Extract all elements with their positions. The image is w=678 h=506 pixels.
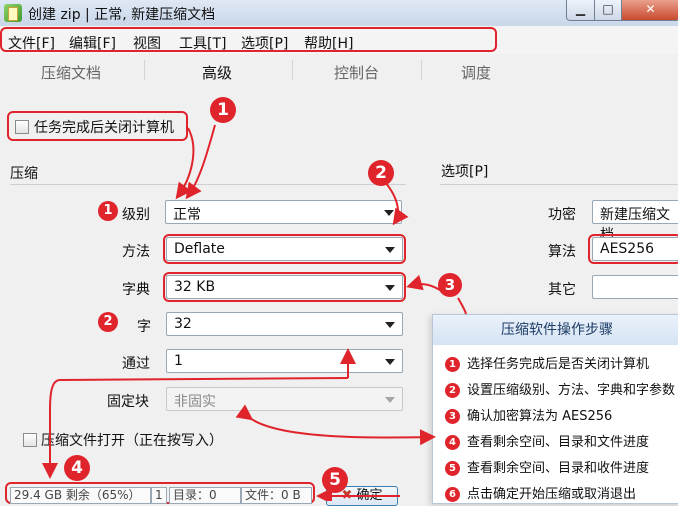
- annotation-arrows: [42, 124, 467, 501]
- callout-badge-3: 3: [438, 273, 462, 297]
- callout-badge-1-small: 1: [98, 201, 118, 221]
- arrow-open-after: [235, 404, 436, 446]
- callout-badge-4: 4: [64, 455, 90, 481]
- arrow-step3-panel: [457, 297, 467, 315]
- callout-badge-5: 5: [322, 467, 348, 493]
- arrow-step4-line: [49, 377, 349, 470]
- callout-badge-2: 2: [368, 160, 394, 186]
- arrow-to-level: [175, 127, 195, 200]
- arrow-to-step2-fields: [384, 181, 409, 226]
- callout-badge-2-small: 2: [98, 312, 118, 332]
- callout-badge-1: 1: [210, 97, 236, 123]
- arrow-step3-dictionary: [406, 274, 441, 291]
